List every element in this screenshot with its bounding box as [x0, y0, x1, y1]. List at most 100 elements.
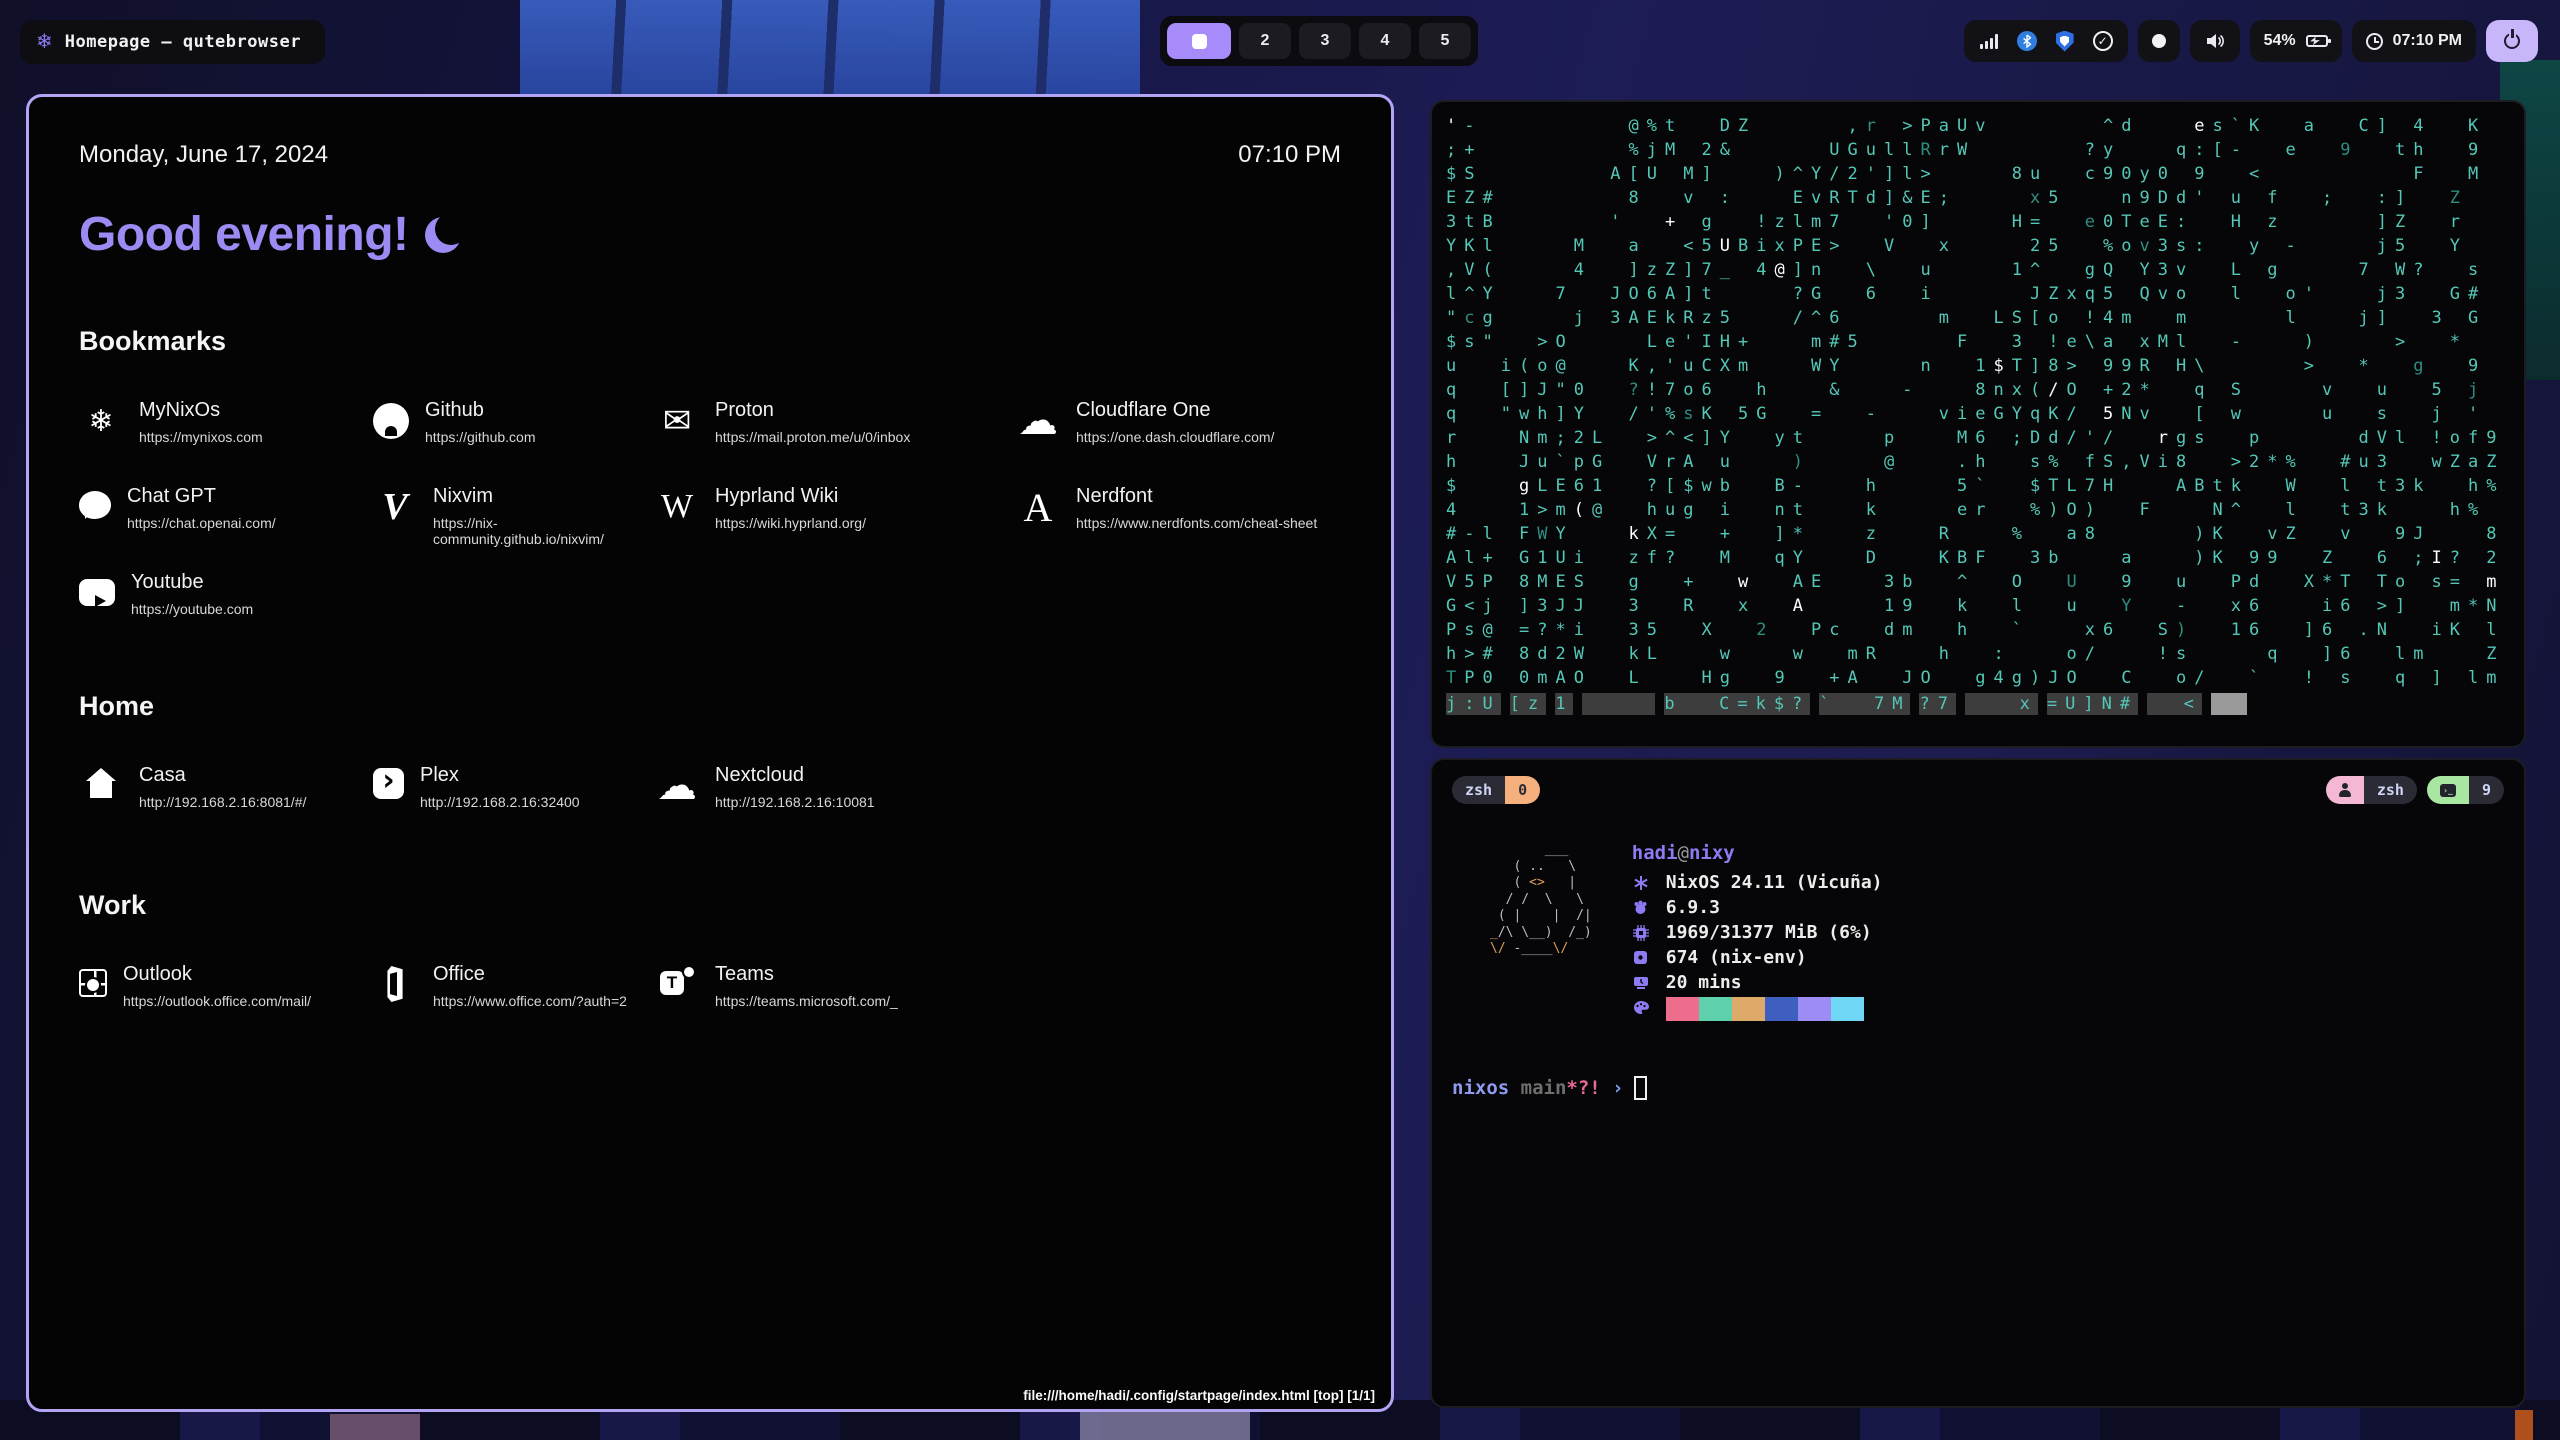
power-button[interactable]: [2486, 20, 2538, 62]
mail-icon: [655, 399, 699, 443]
tab-index-badge[interactable]: 0: [1505, 776, 1540, 804]
bookmark-url: https://one.dash.cloudflare.com/: [1076, 429, 1274, 445]
bookmark-url: https://outlook.office.com/mail/: [123, 993, 311, 1009]
bookmark-url: https://mail.proton.me/u/0/inbox: [715, 429, 910, 445]
fetch-palette-row: [1632, 995, 1883, 1020]
bookmark-name: Hyprland Wiki: [715, 485, 866, 508]
wallpaper-lavender-panel: [1080, 1412, 1250, 1440]
check-circle-icon[interactable]: ✓: [2092, 30, 2114, 52]
bookmark-name: MyNixOs: [139, 399, 263, 422]
nix-snowflake-icon: ❄: [36, 32, 53, 52]
wallpaper-window-sky: [520, 0, 1140, 100]
youtube-icon: [79, 579, 115, 606]
package-box-icon: [1632, 950, 1650, 965]
bookmark-github[interactable]: Githubhttps://github.com: [373, 399, 655, 463]
workspace-4[interactable]: 4: [1359, 23, 1411, 59]
bookmark-name: Plex: [420, 764, 580, 787]
startpage-date: Monday, June 17, 2024: [79, 141, 328, 169]
fetch-user-host: hadi@nixy: [1632, 842, 1883, 864]
shell-prompt[interactable]: nixos main*?! ›: [1452, 1076, 2504, 1100]
bookmark-cloudflare-one[interactable]: Cloudflare Onehttps://one.dash.cloudflar…: [1016, 399, 1341, 463]
memory-chip-icon: [1632, 925, 1650, 941]
battery-percent: 54%: [2264, 32, 2296, 50]
window-title-pill[interactable]: ❄ Homepage — qutebrowser: [20, 20, 325, 64]
fetch-memory-row: 1969/31377 MiB (6%): [1632, 920, 1883, 945]
bookmark-url: https://www.office.com/?auth=2: [433, 993, 627, 1009]
fetch-kernel-row: 6.9.3: [1632, 895, 1883, 920]
vim-icon: [373, 485, 417, 529]
bookmark-chat-gpt[interactable]: Chat GPThttps://chat.openai.com/: [79, 485, 373, 549]
bookmark-casa[interactable]: Casahttp://192.168.2.16:8081/#/: [79, 764, 373, 828]
greeting-row: Good evening!: [79, 207, 1341, 262]
prompt-segments: nixos main*?! ›: [1452, 1077, 1624, 1099]
bookmark-office[interactable]: Office https://www.office.com/?auth=2: [373, 963, 655, 1027]
github-icon: [373, 403, 409, 439]
bookmark-teams[interactable]: Teamshttps://teams.microsoft.com/_: [655, 963, 1016, 1027]
clock-time: 07:10 PM: [2393, 32, 2462, 50]
workspace-switcher: 2 3 4 5: [1160, 16, 1478, 66]
speaker-icon: [2204, 30, 2226, 52]
battery-pill[interactable]: 54%: [2250, 20, 2342, 62]
workspace-2[interactable]: 2: [1239, 23, 1291, 59]
plex-icon: [373, 768, 404, 799]
bookmark-nerdfont[interactable]: Nerdfonthttps://www.nerdfonts.com/cheat-…: [1016, 485, 1341, 549]
bookmark-url: https://wiki.hyprland.org/: [715, 515, 866, 531]
cloud-icon: [655, 764, 699, 808]
section-title: Work: [79, 890, 1341, 921]
dot-icon: [2152, 34, 2166, 48]
bookmark-url: http://192.168.2.16:8081/#/: [139, 794, 306, 810]
bookmark-mynixos[interactable]: MyNixOs https://mynixos.com: [79, 399, 373, 463]
bookmark-url: https://nix-community.github.io/nixvim/: [433, 515, 655, 547]
teams-icon: [655, 963, 699, 1007]
startpage: Monday, June 17, 2024 07:10 PM Good even…: [29, 97, 1391, 1409]
cloud-icon: [1016, 399, 1060, 443]
section-home: HomeCasahttp://192.168.2.16:8081/#/Plexh…: [79, 691, 1341, 828]
workspace-3[interactable]: 3: [1299, 23, 1351, 59]
tab-shell-name[interactable]: zsh: [1452, 776, 1505, 804]
section-title: Bookmarks: [79, 326, 1341, 357]
zsh-terminal-window[interactable]: zsh 0 zsh ›_ 9 ___ ( .. \ ( <> | / / \ \…: [1430, 758, 2526, 1408]
qutebrowser-window[interactable]: Monday, June 17, 2024 07:10 PM Good even…: [26, 94, 1394, 1412]
bookmark-hyprland-wiki[interactable]: Hyprland Wiki https://wiki.hyprland.org/: [655, 485, 1016, 549]
workspace-5[interactable]: 5: [1419, 23, 1471, 59]
wiki-icon: [655, 485, 699, 529]
power-icon: [2504, 33, 2520, 49]
tux-ascii-art: ___ ( .. \ ( <> | / / \ \ ( | | /| _/\ \…: [1490, 842, 1592, 1020]
bookmark-youtube[interactable]: Youtubehttps://youtube.com: [79, 571, 373, 635]
person-icon: [2339, 783, 2351, 797]
terminal-tab-bar: zsh 0 zsh ›_ 9: [1452, 776, 2504, 804]
fastfetch-output: ___ ( .. \ ( <> | / / \ \ ( | | /| _/\ \…: [1452, 842, 2504, 1020]
bookmark-nextcloud[interactable]: Nextcloudhttp://192.168.2.16:10081: [655, 764, 1016, 828]
greeting-text: Good evening!: [79, 207, 409, 262]
clock-pill[interactable]: 07:10 PM: [2352, 20, 2476, 62]
bookmark-url: https://youtube.com: [131, 601, 253, 617]
pane-count: 9: [2469, 776, 2504, 804]
bookmark-plex[interactable]: Plexhttp://192.168.2.16:32400: [373, 764, 655, 828]
recording-dot-pill[interactable]: [2138, 20, 2180, 62]
bluetooth-icon[interactable]: [2016, 30, 2038, 52]
office-icon: [373, 963, 417, 1007]
window-title: Homepage — qutebrowser: [65, 32, 301, 52]
active-workspace-icon: [1192, 34, 1207, 49]
bookmark-name: Office: [433, 963, 627, 986]
bookmark-url: https://mynixos.com: [139, 429, 263, 445]
bookmark-outlook[interactable]: Outlookhttps://outlook.office.com/mail/: [79, 963, 373, 1027]
matrix-rain-output: '- @%t DZ ,r >PaUv ^d es`K a C] 4 K;+ %j…: [1432, 102, 2524, 728]
bookmark-url: https://teams.microsoft.com/_: [715, 993, 898, 1009]
volume-pill[interactable]: [2190, 20, 2240, 62]
workspace-1-active[interactable]: [1167, 23, 1231, 59]
crescent-moon-icon: [425, 217, 461, 253]
shield-icon[interactable]: [2054, 30, 2076, 52]
status-tray: ✓ 54% 07:10 PM: [1964, 16, 2538, 66]
wallpaper-pink-panel: [330, 1414, 420, 1440]
text-cursor: [1634, 1076, 1647, 1100]
bookmark-nixvim[interactable]: Nixvim https://nix-community.github.io/ni…: [373, 485, 655, 549]
bookmark-proton[interactable]: Protonhttps://mail.proton.me/u/0/inbox: [655, 399, 1016, 463]
matrix-terminal-window[interactable]: '- @%t DZ ,r >PaUv ^d es`K a C] 4 K;+ %j…: [1430, 100, 2526, 748]
network-signal-icon[interactable]: [1978, 30, 2000, 52]
tray-icons-group[interactable]: ✓: [1964, 20, 2128, 62]
bookmark-name: Nixvim: [433, 485, 655, 508]
bookmark-url: https://www.nerdfonts.com/cheat-sheet: [1076, 515, 1317, 531]
fetch-packages-row: 674 (nix-env): [1632, 945, 1883, 970]
bookmark-url: http://192.168.2.16:10081: [715, 794, 875, 810]
